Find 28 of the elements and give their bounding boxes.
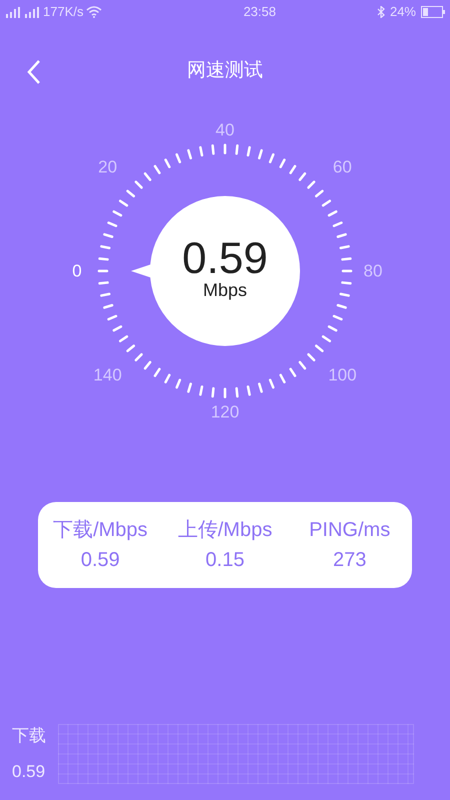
speed-value: 0.59 (182, 237, 268, 281)
signal-icon (24, 6, 40, 18)
gauge-scale-label: 100 (328, 364, 357, 386)
stat-label: 上传/Mbps (178, 518, 272, 542)
signal-icon (5, 6, 21, 18)
graph-value: 0.59 (12, 760, 46, 782)
bluetooth-icon (376, 6, 385, 18)
stat-value: 0.15 (206, 548, 244, 572)
speed-unit: Mbps (202, 281, 247, 299)
gauge-scale-label: 0 (72, 260, 82, 282)
graph-label: 下载 (12, 725, 46, 747)
page-title: 网速测试 (187, 58, 263, 83)
back-icon (27, 59, 41, 85)
network-speed: 177K/s (43, 3, 84, 22)
stat-label: PING/ms (309, 518, 390, 542)
gauge-scale-label: 20 (98, 156, 118, 178)
stat-value: 273 (332, 548, 366, 572)
battery-level: 24% (390, 3, 416, 22)
gauge-scale-label: 40 (216, 119, 234, 142)
gauge-scale-label: 140 (93, 364, 122, 386)
stat-value: 0.59 (80, 548, 120, 572)
gauge-scale-label: 60 (332, 156, 352, 178)
gauge-scale-label: 120 (210, 401, 240, 424)
clock: 23:58 (243, 3, 276, 22)
battery-icon (421, 6, 445, 18)
gauge-scale-label: 80 (364, 260, 382, 282)
stat-label: 下载/Mbps (53, 518, 148, 542)
wifi-icon (86, 6, 102, 18)
